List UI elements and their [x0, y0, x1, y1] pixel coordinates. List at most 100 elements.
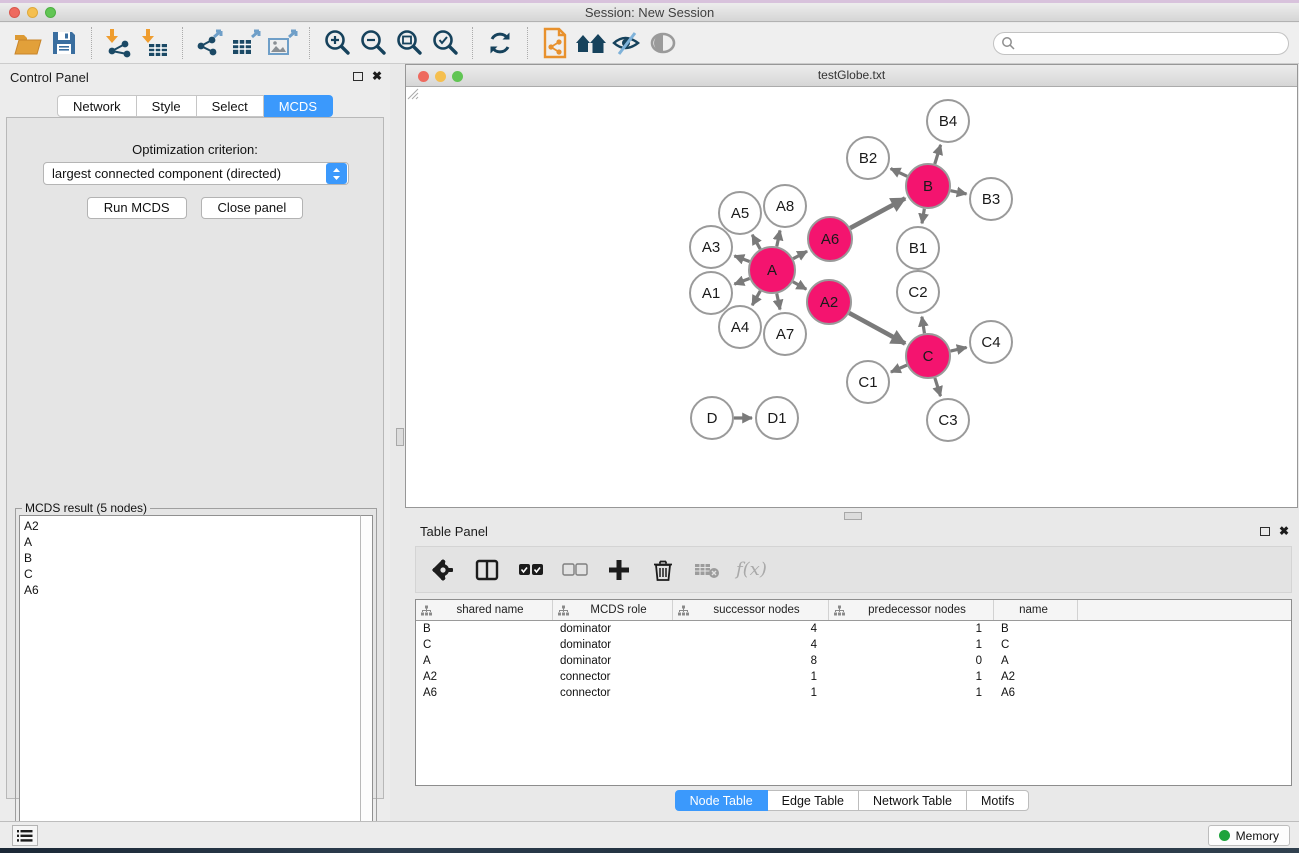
- mcds-result-list[interactable]: A2ABCA6: [19, 515, 360, 845]
- node-D1[interactable]: D1: [756, 397, 798, 439]
- column-visibility-icon[interactable]: [472, 555, 502, 585]
- node-B2[interactable]: B2: [847, 137, 889, 179]
- edge-A-A4[interactable]: [752, 291, 760, 305]
- edge-B-B2[interactable]: [891, 169, 908, 177]
- table-row-A2[interactable]: A2connector11A2: [416, 669, 1291, 685]
- minimize-window-button[interactable]: [27, 7, 38, 18]
- node-C4[interactable]: C4: [970, 321, 1012, 363]
- column-header-successor-nodes[interactable]: successor nodes: [673, 600, 829, 620]
- node-A3[interactable]: A3: [690, 226, 732, 268]
- import-table-icon[interactable]: [137, 25, 173, 61]
- edge-C-C4[interactable]: [950, 347, 966, 351]
- node-A7[interactable]: A7: [764, 313, 806, 355]
- table-row-A6[interactable]: A6connector11A6: [416, 685, 1291, 701]
- network-zoom-button[interactable]: [452, 71, 463, 82]
- save-session-icon[interactable]: [46, 25, 82, 61]
- splitter-handle[interactable]: [844, 512, 862, 520]
- edge-B-B1[interactable]: [922, 209, 924, 224]
- zoom-in-icon[interactable]: [319, 25, 355, 61]
- tab-network-table[interactable]: Network Table: [859, 790, 967, 811]
- criterion-dropdown[interactable]: largest connected component (directed): [43, 162, 349, 185]
- tab-mcds[interactable]: MCDS: [264, 95, 333, 117]
- node-A[interactable]: A: [749, 247, 795, 293]
- table-row-A[interactable]: Adominator80A: [416, 653, 1291, 669]
- result-item-A2[interactable]: A2: [24, 518, 360, 534]
- memory-button[interactable]: Memory: [1208, 825, 1290, 846]
- node-C2[interactable]: C2: [897, 271, 939, 313]
- node-B[interactable]: B: [906, 164, 950, 208]
- close-panel-icon[interactable]: ✖: [1279, 526, 1289, 536]
- delete-columns-icon[interactable]: [648, 555, 678, 585]
- result-item-C[interactable]: C: [24, 566, 360, 582]
- delete-table-icon[interactable]: [692, 555, 722, 585]
- node-A5[interactable]: A5: [719, 192, 761, 234]
- node-D[interactable]: D: [691, 397, 733, 439]
- task-history-button[interactable]: [12, 825, 38, 846]
- column-header-shared-name[interactable]: shared name: [416, 600, 553, 620]
- network-graph[interactable]: B4 B2 B B3 B1 A5A8A6 A3 A C2 A1 A2 A4A7 C4 C C1 D D1 C3: [406, 87, 1297, 508]
- edge-B-B3[interactable]: [951, 191, 967, 194]
- run-mcds-button[interactable]: Run MCDS: [87, 197, 187, 219]
- edge-A-A3[interactable]: [734, 256, 749, 262]
- column-header-MCDS-role[interactable]: MCDS role: [553, 600, 673, 620]
- select-all-rows-icon[interactable]: [516, 555, 546, 585]
- node-C3[interactable]: C3: [927, 399, 969, 441]
- edge-C-C1[interactable]: [891, 365, 907, 372]
- search-box[interactable]: [993, 32, 1289, 55]
- column-header-predecessor-nodes[interactable]: predecessor nodes: [829, 600, 994, 620]
- network-close-button[interactable]: [418, 71, 429, 82]
- splitter-handle[interactable]: [396, 428, 404, 446]
- create-column-icon[interactable]: [604, 555, 634, 585]
- node-C1[interactable]: C1: [847, 361, 889, 403]
- table-row-B[interactable]: Bdominator41B: [416, 621, 1291, 637]
- export-table-icon[interactable]: [228, 25, 264, 61]
- tab-motifs[interactable]: Motifs: [967, 790, 1029, 811]
- node-table[interactable]: shared nameMCDS rolesuccessor nodesprede…: [415, 599, 1292, 786]
- tab-select[interactable]: Select: [197, 95, 264, 117]
- result-item-B[interactable]: B: [24, 550, 360, 566]
- node-A4[interactable]: A4: [719, 306, 761, 348]
- network-canvas[interactable]: B4 B2 B B3 B1 A5A8A6 A3 A C2 A1 A2 A4A7 C4 C C1 D D1 C3: [406, 87, 1297, 507]
- tab-style[interactable]: Style: [137, 95, 197, 117]
- edge-A-A1[interactable]: [734, 278, 749, 284]
- tab-edge-table[interactable]: Edge Table: [768, 790, 859, 811]
- float-panel-icon[interactable]: [353, 72, 363, 81]
- tab-node-table[interactable]: Node Table: [675, 790, 768, 811]
- edge-B-B4[interactable]: [935, 145, 941, 164]
- deselect-all-rows-icon[interactable]: [560, 555, 590, 585]
- edge-A-A5[interactable]: [752, 235, 760, 249]
- close-panel-button[interactable]: Close panel: [201, 197, 304, 219]
- edge-A-A6[interactable]: [793, 251, 807, 258]
- node-A6[interactable]: A6: [808, 217, 852, 261]
- node-A1[interactable]: A1: [690, 272, 732, 314]
- node-B4[interactable]: B4: [927, 100, 969, 142]
- close-panel-icon[interactable]: ✖: [372, 71, 382, 81]
- close-window-button[interactable]: [9, 7, 20, 18]
- result-item-A6[interactable]: A6: [24, 582, 360, 598]
- table-row-C[interactable]: Cdominator41C: [416, 637, 1291, 653]
- edge-C-C3[interactable]: [935, 378, 941, 396]
- edge-A6-B[interactable]: [850, 198, 905, 228]
- node-B1[interactable]: B1: [897, 227, 939, 269]
- network-from-document-icon[interactable]: [537, 25, 573, 61]
- edge-A2-C[interactable]: [849, 313, 905, 344]
- preview-eye-icon[interactable]: [645, 25, 681, 61]
- result-scrollbar[interactable]: [360, 515, 373, 845]
- function-builder-icon[interactable]: f(x): [736, 559, 767, 580]
- node-B3[interactable]: B3: [970, 178, 1012, 220]
- node-C[interactable]: C: [906, 334, 950, 378]
- node-A8[interactable]: A8: [764, 185, 806, 227]
- node-A2[interactable]: A2: [807, 280, 851, 324]
- home-icon[interactable]: [573, 25, 609, 61]
- edge-C-C2[interactable]: [922, 317, 925, 334]
- zoom-out-icon[interactable]: [355, 25, 391, 61]
- float-panel-icon[interactable]: [1260, 527, 1270, 536]
- resize-grip-icon[interactable]: [406, 87, 419, 100]
- network-minimize-button[interactable]: [435, 71, 446, 82]
- search-input[interactable]: [1016, 34, 1288, 53]
- tab-network[interactable]: Network: [57, 95, 137, 117]
- edge-A-A2[interactable]: [793, 282, 806, 290]
- import-network-icon[interactable]: [101, 25, 137, 61]
- zoom-fit-icon[interactable]: [391, 25, 427, 61]
- table-options-icon[interactable]: [428, 555, 458, 585]
